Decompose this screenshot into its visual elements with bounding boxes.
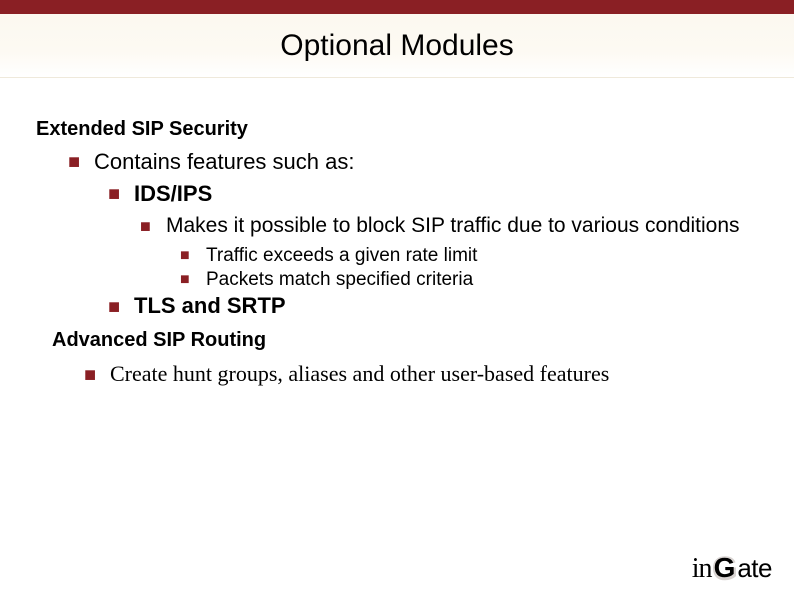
slide: Optional Modules Extended SIP Security C… xyxy=(0,0,794,595)
logo-g-icon: G G xyxy=(714,552,736,584)
title-band: Optional Modules xyxy=(0,14,794,78)
list-item: Create hunt groups, aliases and other us… xyxy=(84,360,758,388)
bullet-list: Contains features such as: IDS/IPS Makes… xyxy=(36,149,758,319)
slide-title: Optional Modules xyxy=(280,29,513,63)
logo-g-foreground: G xyxy=(714,552,736,583)
list-item: TLS and SRTP xyxy=(108,293,758,319)
logo-text-ate: ate xyxy=(737,553,772,584)
top-accent-bar xyxy=(0,0,794,14)
list-item: IDS/IPS xyxy=(108,181,758,207)
section-heading-advanced-sip: Advanced SIP Routing xyxy=(52,329,758,352)
list-item: Packets match specified criteria xyxy=(180,269,758,291)
bullet-list: Create hunt groups, aliases and other us… xyxy=(36,360,758,388)
list-item: Contains features such as: xyxy=(68,149,758,175)
list-item: Traffic exceeds a given rate limit xyxy=(180,245,758,267)
list-item: Makes it possible to block SIP traffic d… xyxy=(140,213,758,239)
logo-text-in: in xyxy=(692,553,712,585)
ingate-logo: in G G ate xyxy=(692,552,772,585)
section-heading-extended-sip: Extended SIP Security xyxy=(36,118,758,141)
content-area: Extended SIP Security Contains features … xyxy=(0,78,794,388)
